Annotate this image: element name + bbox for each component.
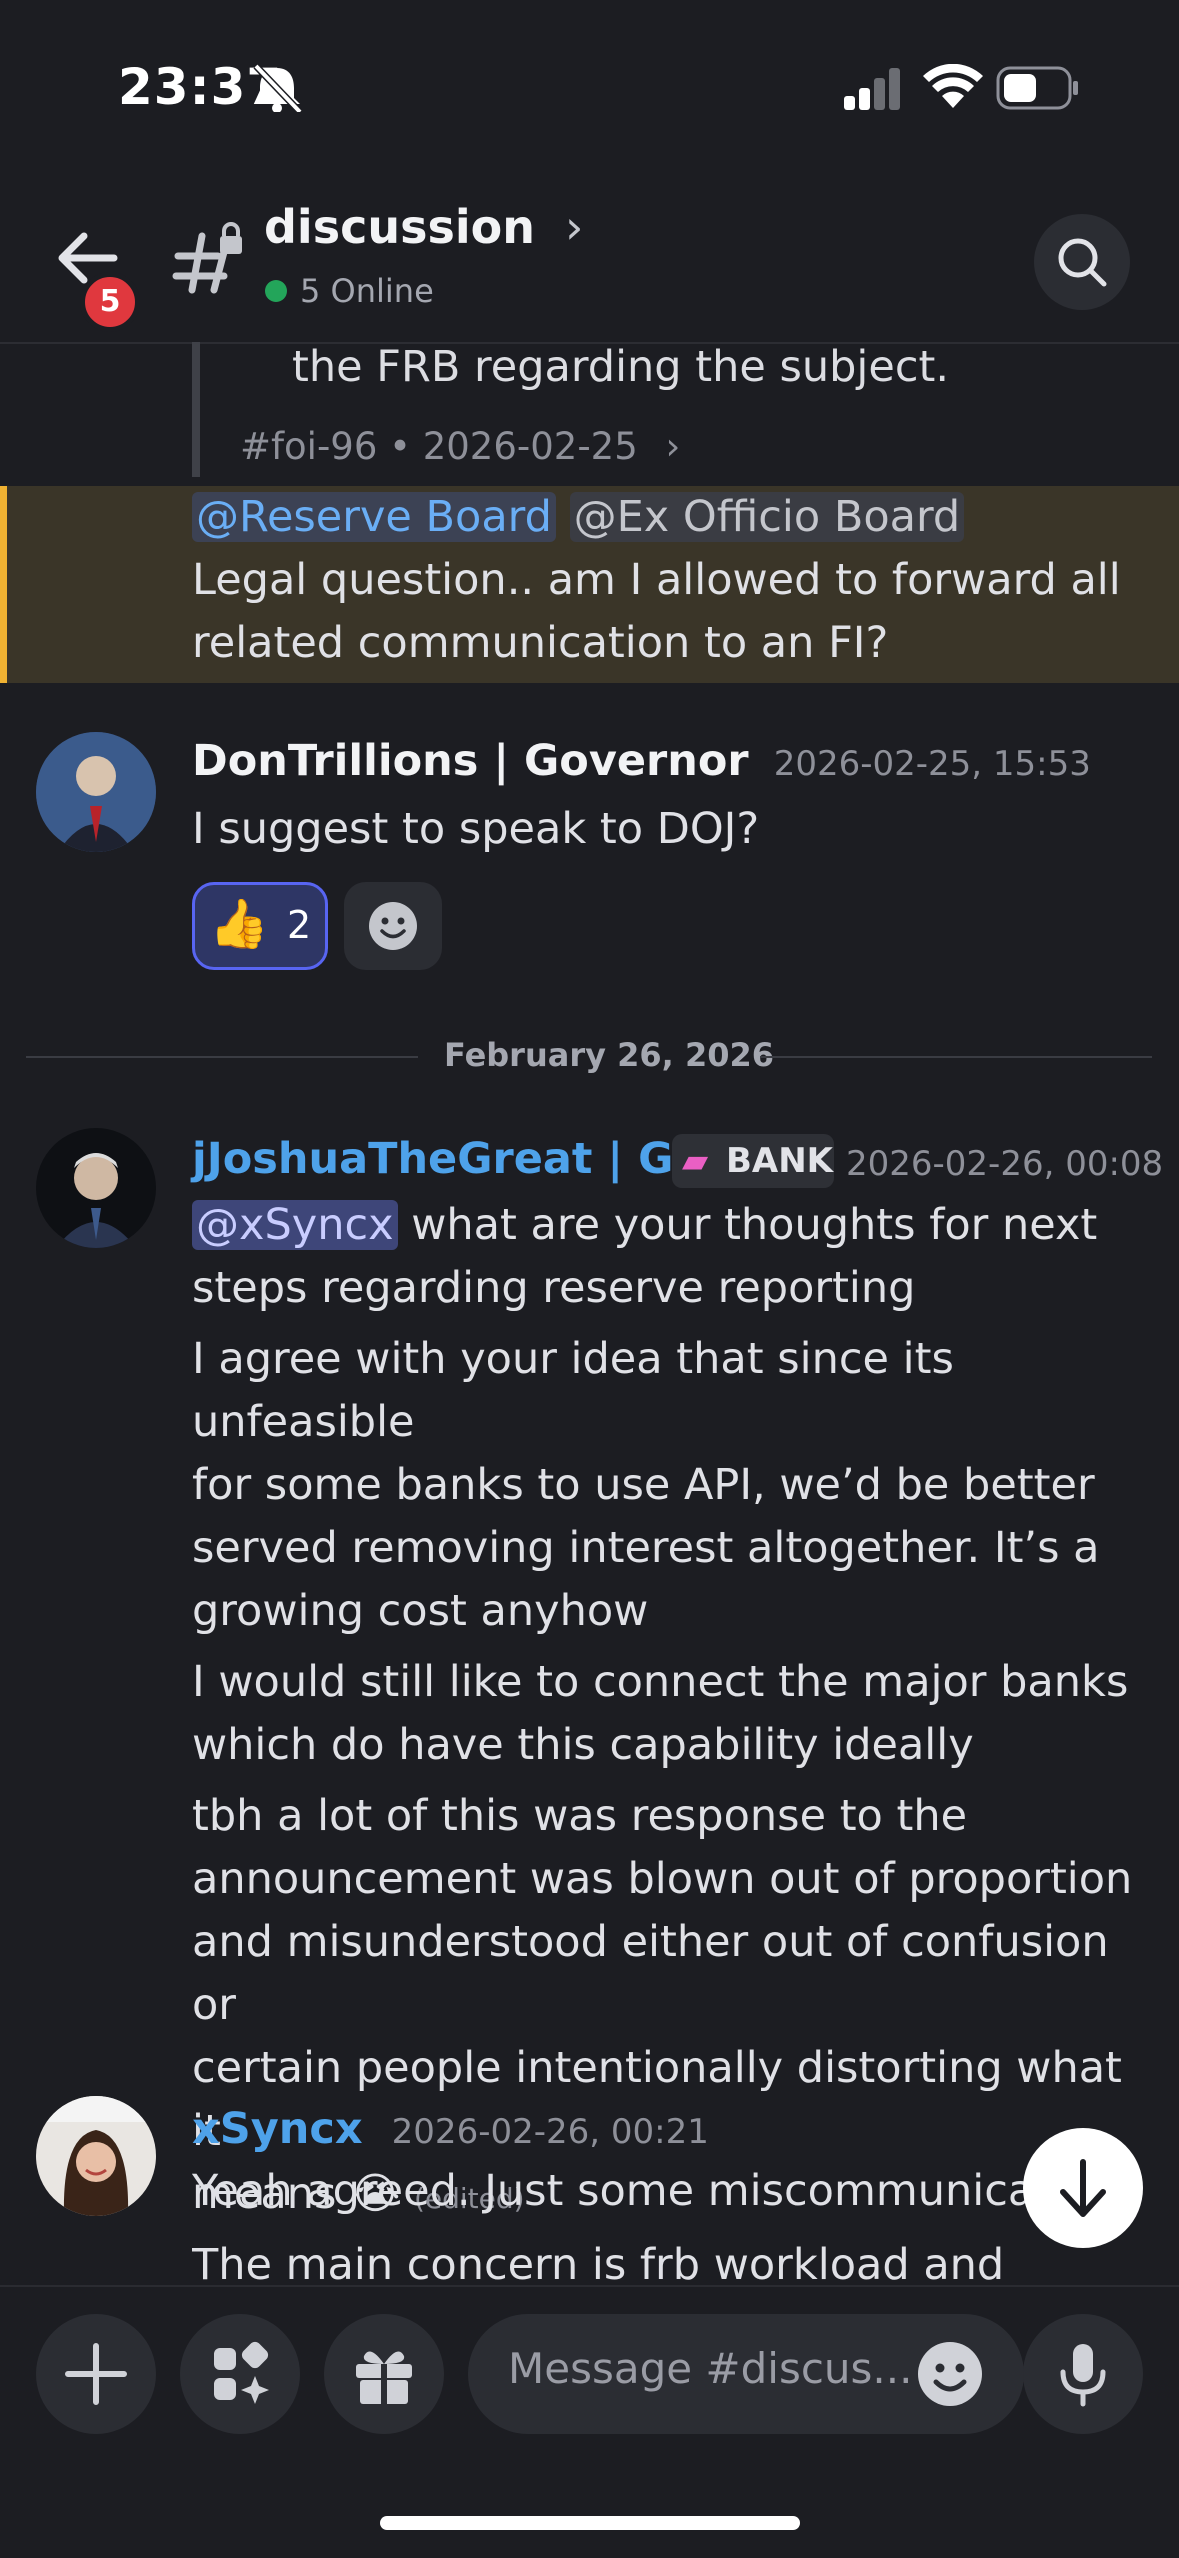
timestamp: 2026-02-25, 15:53 — [773, 744, 1091, 784]
chevron-right-icon: › — [564, 200, 584, 254]
bell-muted-icon — [253, 63, 303, 112]
signal-icon — [844, 68, 900, 110]
eraser-icon: ▰ — [682, 1141, 709, 1181]
timestamp: 2026-02-26, 00:21 — [391, 2112, 709, 2152]
mention-xsyncx[interactable]: @xSyncx — [192, 1200, 398, 1250]
avatar-image — [36, 2096, 156, 2216]
message-line: steps regarding reserve reporting — [192, 1263, 916, 1313]
message-text: I suggest to speak to DOJ? — [192, 804, 760, 854]
online-status-dot — [265, 280, 287, 302]
avatar-image — [36, 732, 156, 852]
message-line: Legal question.. am I allowed to forward… — [192, 555, 1121, 605]
author-name[interactable]: DonTrillions | Governor — [192, 736, 749, 786]
add-attachment-button[interactable] — [36, 2314, 156, 2434]
channel-hashtag-lock-icon — [172, 222, 242, 294]
apps-sparkle-icon — [214, 2341, 269, 2404]
message-header: jJoshuaTheGreat | G... — [192, 1134, 722, 1184]
emoji-icon[interactable] — [908, 2332, 992, 2416]
timestamp: 2026-02-26, 00:08 — [846, 1144, 1164, 1184]
jump-to-latest-button[interactable] — [1023, 2128, 1143, 2248]
quoted-text: the FRB regarding the subject. — [292, 342, 949, 392]
highlighted-message-body: @Reserve Board @Ex Officio Board Legal q… — [192, 486, 1152, 675]
message-line: for some banks to use API, we’d be bette… — [192, 1460, 1095, 1510]
mention-ex-officio-board[interactable]: @Ex Officio Board — [569, 492, 965, 542]
channel-title[interactable]: discussion › — [264, 200, 583, 254]
divider-line — [26, 1056, 418, 1058]
avatar-dontrillions[interactable] — [36, 732, 156, 852]
avatar-jjoshuathegreat[interactable] — [36, 1128, 156, 1248]
message-line: tbh a lot of this was response to the — [192, 1791, 968, 1841]
message-text: what are your thoughts for next — [411, 1200, 1098, 1250]
message-line: @xSyncx what are your thoughts for next — [192, 1194, 1152, 1257]
add-reaction-button[interactable] — [344, 882, 442, 970]
message-input-placeholder: Message #discus... — [508, 2344, 913, 2393]
reaction-count: 2 — [287, 903, 312, 947]
date-divider: February 26, 2026 — [444, 1036, 774, 1074]
mention-reserve-board[interactable]: @Reserve Board — [192, 492, 556, 542]
avatar-image — [36, 1128, 156, 1248]
gift-icon — [356, 2351, 412, 2404]
unread-badge: 5 — [80, 272, 140, 332]
message-line: I agree with your idea that since its un… — [192, 1334, 954, 1447]
message-line: I would still like to connect the major … — [192, 1657, 1129, 1707]
microphone-icon — [1060, 2344, 1106, 2407]
search-button[interactable] — [1034, 214, 1130, 310]
quoted-source: #foi-96 • 2026-02-25 — [240, 425, 638, 468]
channel-name: discussion — [264, 200, 535, 254]
message-line: growing cost anyhow — [192, 1586, 649, 1636]
gift-button[interactable] — [324, 2314, 444, 2434]
mention-highlight-bar — [0, 486, 7, 683]
role-tag-label: BANK — [726, 1141, 834, 1181]
role-tag: ▰ BANK — [672, 1134, 834, 1188]
plus-icon — [65, 2343, 127, 2405]
chevron-right-icon: › — [665, 425, 681, 468]
message-header: DonTrillions | Governor 2026-02-25, 15:5… — [192, 736, 1091, 786]
mention-line: @Reserve Board @Ex Officio Board — [192, 486, 1152, 549]
voice-message-button[interactable] — [1023, 2314, 1143, 2434]
message-line: announcement was blown out of proportion — [192, 1854, 1133, 1904]
message-body: @xSyncx what are your thoughts for next … — [192, 1194, 1152, 2230]
quoted-meta[interactable]: #foi-96 • 2026-02-25 › — [240, 425, 680, 468]
message-header: xSyncx 2026-02-26, 00:21 — [192, 2104, 709, 2154]
smiley-icon — [369, 902, 417, 950]
message-line: and misunderstood either out of confusio… — [192, 1917, 1109, 2030]
online-count: 5 Online — [300, 272, 434, 310]
message-input[interactable]: Message #discus... — [468, 2314, 1024, 2434]
thumbs-up-icon: 👍 — [209, 896, 269, 952]
home-indicator — [380, 2516, 800, 2530]
apps-button[interactable] — [180, 2314, 300, 2434]
search-icon — [1058, 238, 1107, 287]
message-text: The main concern is frb workload and — [192, 2240, 1005, 2285]
arrow-down-icon — [1060, 2159, 1106, 2217]
divider-line — [760, 1056, 1152, 1058]
author-name[interactable]: jJoshuaTheGreat | G... — [192, 1134, 722, 1184]
quote-bar — [192, 342, 200, 477]
author-name[interactable]: xSyncx — [192, 2104, 363, 2154]
message-line: served removing interest altogether. It’… — [192, 1523, 1100, 1573]
message-line: which do have this capability ideally — [192, 1720, 974, 1770]
message-line: related communication to an FI? — [192, 618, 889, 668]
wifi-icon — [923, 64, 983, 108]
battery-icon — [996, 66, 1078, 110]
reaction-thumbs-up[interactable]: 👍 2 — [192, 882, 328, 970]
avatar-xsyncx[interactable] — [36, 2096, 156, 2216]
message-text: Yeah agreed. Just some miscommunicati — [192, 2166, 1062, 2216]
